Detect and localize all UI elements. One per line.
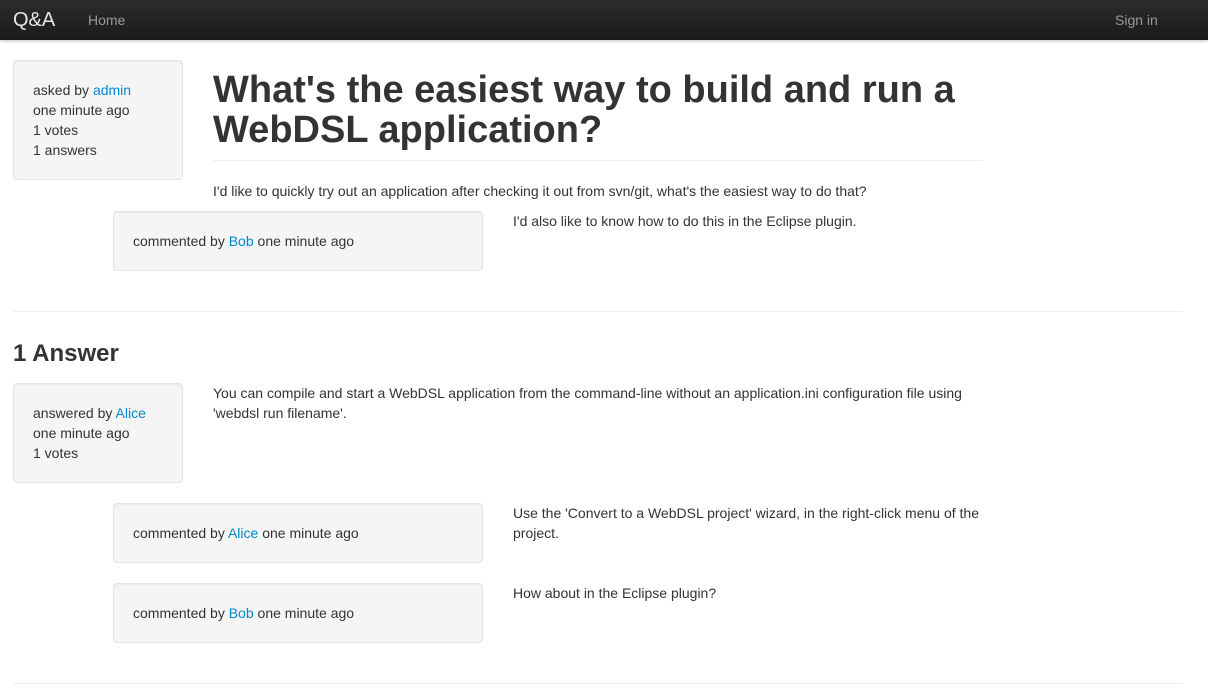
nav-home-link[interactable]: Home [88, 10, 125, 30]
comment-time: one minute ago [257, 233, 355, 249]
comment-time: one minute ago [262, 525, 359, 541]
answer-author-link[interactable]: Alice [116, 405, 146, 421]
comment-author-link[interactable]: Bob [229, 233, 254, 249]
question-votes: 1 votes [33, 122, 79, 138]
navbar: Q&A Home Sign in [0, 0, 1208, 40]
comment-byline: commented by Bob one minute ago [133, 603, 463, 623]
question-body: I'd like to quickly try out an applicati… [213, 183, 867, 199]
answer-comment-info-box: commented by Alice one minute ago [113, 503, 483, 563]
question-time: one minute ago [33, 102, 130, 118]
question-comment-info-box: commented by Bob one minute ago [113, 211, 483, 271]
asked-by-line: asked by admin [33, 80, 163, 100]
question-title: What's the easiest way to build and run … [213, 69, 955, 151]
answer-info-box: answered by Alice one minute ago 1 votes [13, 383, 183, 483]
question-answer-count: 1 answers [33, 142, 97, 158]
sign-in-link[interactable]: Sign in [1115, 10, 1158, 30]
answer-votes: 1 votes [33, 445, 79, 461]
answers-heading: 1 Answer [13, 340, 119, 367]
comment-author-link[interactable]: Bob [229, 605, 254, 621]
asked-by-label: asked by [33, 82, 90, 98]
title-divider [213, 160, 983, 161]
comment-by-label: commented by [133, 605, 225, 621]
answer-comment-text: How about in the Eclipse plugin? [513, 585, 717, 601]
section-divider [13, 311, 1183, 312]
answer-body: You can compile and start a WebDSL appli… [213, 385, 962, 421]
section-divider [13, 683, 1183, 684]
answer-comment-text: Use the 'Convert to a WebDSL project' wi… [513, 505, 979, 541]
answered-by-line: answered by Alice [33, 403, 163, 423]
comment-author-link[interactable]: Alice [228, 525, 258, 541]
comment-time: one minute ago [257, 605, 355, 621]
comment-by-label: commented by [133, 233, 225, 249]
comment-byline: commented by Bob one minute ago [133, 231, 463, 251]
answer-time: one minute ago [33, 425, 130, 441]
brand-link[interactable]: Q&A [13, 9, 55, 31]
answered-by-label: answered by [33, 405, 113, 421]
comment-byline: commented by Alice one minute ago [133, 523, 463, 543]
comment-by-label: commented by [133, 525, 225, 541]
question-author-link[interactable]: admin [93, 82, 131, 98]
answer-comment-info-box: commented by Bob one minute ago [113, 583, 483, 643]
question-info-box: asked by admin one minute ago 1 votes 1 … [13, 60, 183, 180]
question-comment-text: I'd also like to know how to do this in … [513, 213, 857, 229]
